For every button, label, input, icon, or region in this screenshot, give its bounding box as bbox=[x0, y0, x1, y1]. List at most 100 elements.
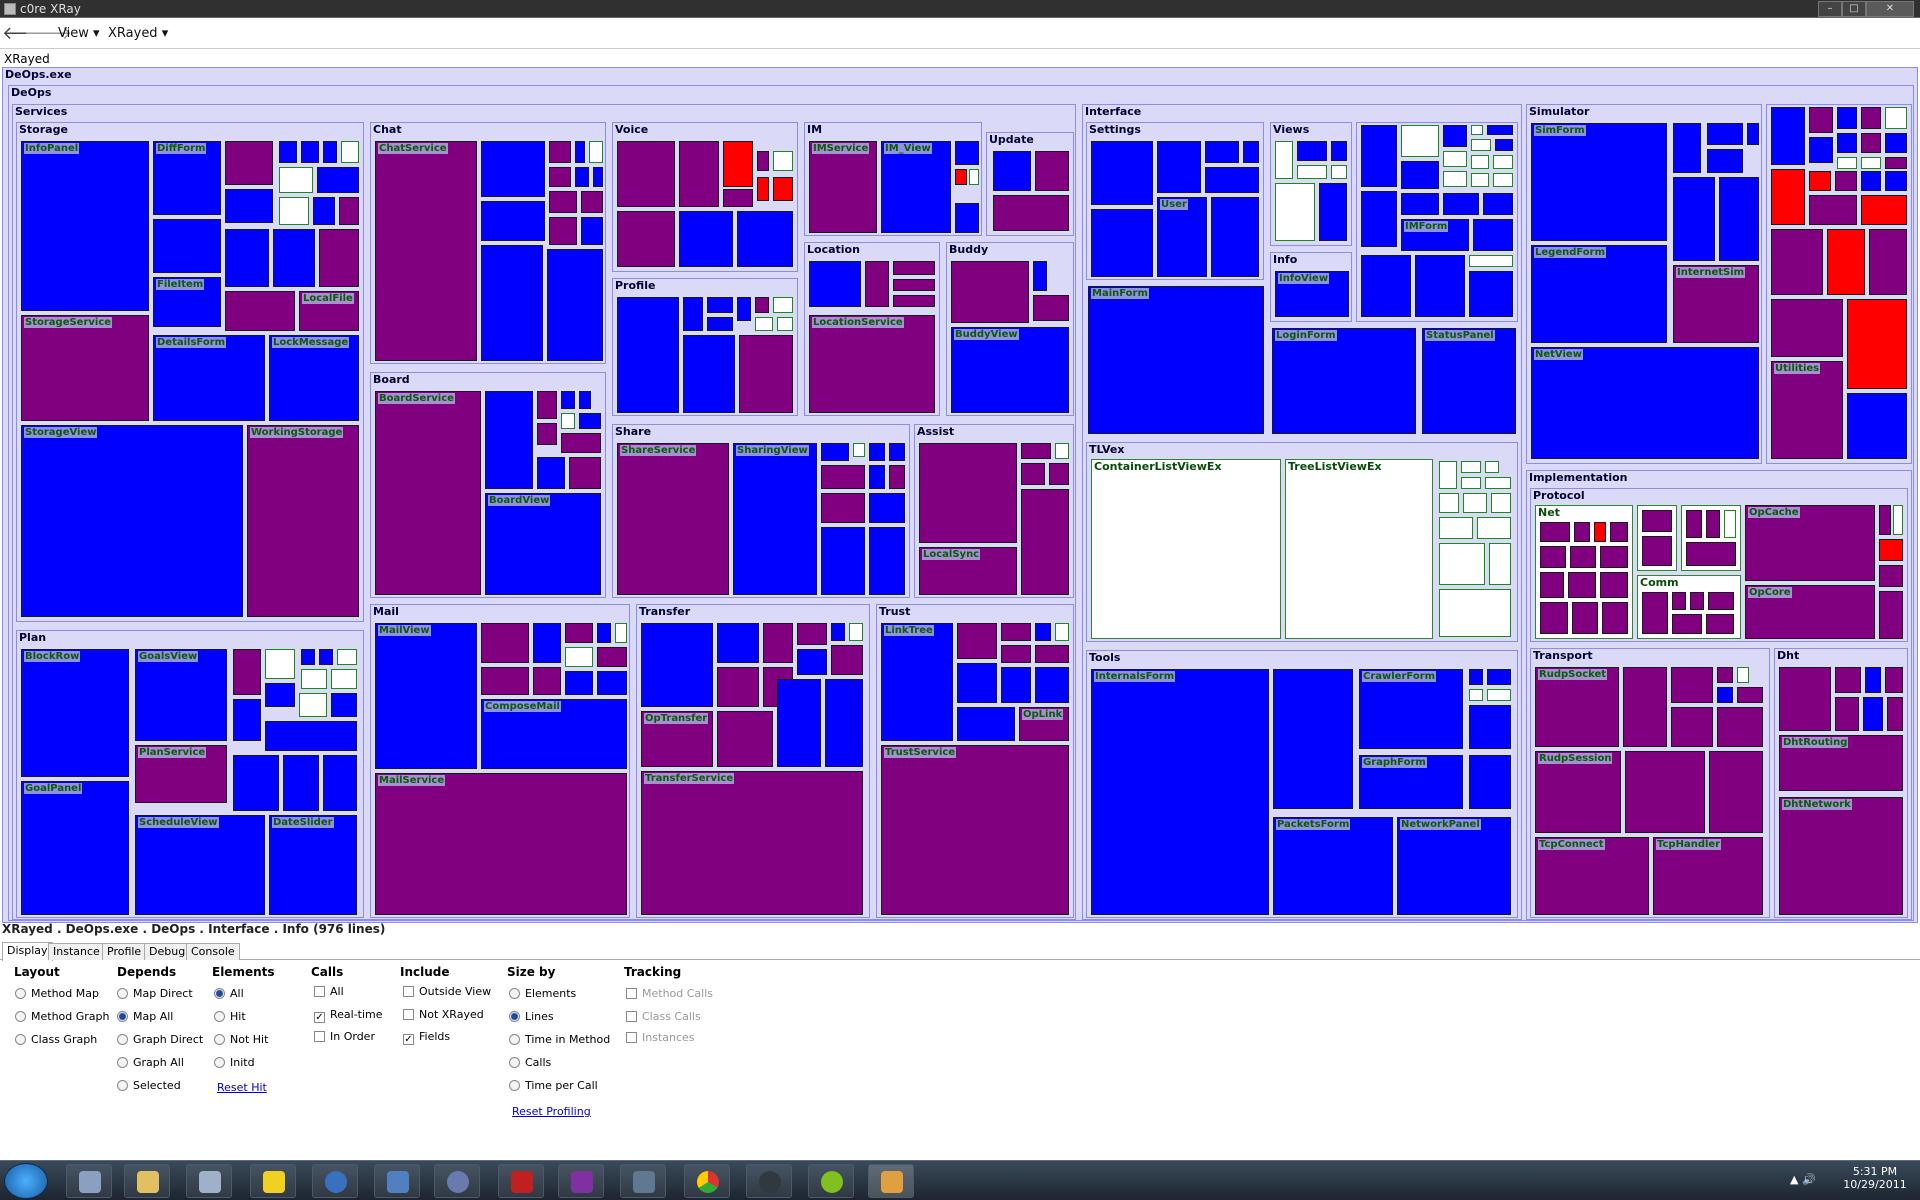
class-cell[interactable] bbox=[1672, 592, 1686, 610]
class-cell[interactable] bbox=[1275, 183, 1315, 241]
class-cell[interactable]: OpCore bbox=[1745, 585, 1875, 639]
class-cell[interactable] bbox=[313, 197, 335, 225]
class-cell[interactable] bbox=[1706, 614, 1734, 634]
class-cell[interactable] bbox=[1642, 592, 1668, 634]
class-cell[interactable] bbox=[589, 141, 603, 163]
class-cell[interactable] bbox=[575, 167, 589, 187]
tools-frame[interactable]: Tools InternalsForm CrawlerForm GraphFor… bbox=[1086, 650, 1518, 918]
class-cell[interactable] bbox=[1021, 443, 1051, 459]
class-cell[interactable] bbox=[1671, 667, 1713, 703]
class-cell[interactable] bbox=[337, 649, 357, 665]
class-cell[interactable] bbox=[1540, 602, 1568, 634]
class-cell[interactable] bbox=[1837, 133, 1857, 153]
class-cell[interactable] bbox=[1055, 443, 1069, 459]
class-cell[interactable] bbox=[301, 141, 319, 163]
class-cell[interactable] bbox=[1600, 572, 1628, 598]
class-cell[interactable] bbox=[549, 141, 571, 163]
tracking-instances-checkbox[interactable]: Instances bbox=[626, 1031, 695, 1044]
class-cell[interactable] bbox=[951, 261, 1029, 323]
sizeby-calls-radio[interactable]: Calls bbox=[509, 1056, 551, 1069]
class-cell[interactable] bbox=[1779, 667, 1831, 731]
class-cell[interactable] bbox=[1055, 623, 1069, 641]
tracking-method-calls-checkbox[interactable]: Method Calls bbox=[626, 987, 713, 1000]
class-cell[interactable]: DhtNetwork bbox=[1779, 797, 1903, 915]
depends-selected-radio[interactable]: Selected bbox=[117, 1079, 181, 1092]
class-cell[interactable] bbox=[575, 141, 585, 163]
class-cell[interactable]: FileItem bbox=[153, 277, 221, 327]
class-cell[interactable] bbox=[1471, 125, 1483, 135]
class-cell[interactable] bbox=[1049, 463, 1069, 485]
class-cell[interactable] bbox=[1319, 183, 1347, 241]
class-cell[interactable] bbox=[755, 297, 769, 313]
class-cell[interactable]: GraphForm bbox=[1359, 755, 1463, 809]
view-menu[interactable]: View ▾ bbox=[58, 26, 100, 41]
class-cell[interactable] bbox=[1835, 667, 1861, 693]
class-cell[interactable] bbox=[1439, 517, 1473, 539]
class-cell[interactable] bbox=[1602, 602, 1628, 634]
class-cell[interactable] bbox=[869, 527, 905, 595]
reset-hit-link[interactable]: Reset Hit bbox=[217, 1081, 267, 1094]
class-cell[interactable] bbox=[1361, 125, 1397, 187]
class-cell[interactable] bbox=[1879, 505, 1891, 535]
class-cell[interactable] bbox=[581, 217, 603, 245]
class-cell[interactable] bbox=[1706, 510, 1720, 538]
class-cell[interactable]: Utilities bbox=[1771, 361, 1843, 459]
tracking-class-calls-checkbox[interactable]: Class Calls bbox=[626, 1010, 701, 1023]
layout-method-map-radio[interactable]: Method Map bbox=[15, 987, 99, 1000]
class-cell[interactable]: LockMessage bbox=[269, 335, 359, 421]
class-cell[interactable] bbox=[1673, 123, 1701, 173]
sizeby-elements-radio[interactable]: Elements bbox=[509, 987, 576, 1000]
class-cell[interactable] bbox=[869, 443, 885, 461]
class-cell[interactable] bbox=[1361, 255, 1411, 317]
class-cell[interactable] bbox=[1865, 667, 1881, 693]
class-cell[interactable] bbox=[1686, 542, 1736, 566]
class-cell[interactable] bbox=[1091, 209, 1153, 277]
class-cell[interactable] bbox=[1847, 299, 1907, 389]
class-cell[interactable]: BuddyView bbox=[951, 327, 1069, 413]
dht-frame[interactable]: Dht DhtRouting DhtNetwork bbox=[1774, 648, 1908, 918]
class-cell[interactable] bbox=[579, 391, 591, 409]
class-cell[interactable] bbox=[955, 141, 979, 165]
class-cell[interactable]: ComposeMail bbox=[481, 699, 627, 769]
class-cell[interactable] bbox=[1401, 161, 1439, 189]
class-cell[interactable] bbox=[957, 707, 1015, 741]
class-cell[interactable] bbox=[1835, 697, 1859, 731]
class-cell[interactable] bbox=[1717, 687, 1733, 703]
class-cell[interactable] bbox=[1879, 539, 1903, 561]
class-cell[interactable] bbox=[265, 649, 295, 679]
class-cell[interactable] bbox=[225, 291, 295, 331]
class-cell[interactable] bbox=[225, 141, 273, 185]
calls-realtime-checkbox[interactable]: ✓ Real-time bbox=[314, 1008, 383, 1023]
taskbar-spotify-icon[interactable] bbox=[808, 1164, 854, 1198]
class-cell[interactable] bbox=[919, 443, 1017, 543]
class-cell[interactable] bbox=[1331, 141, 1347, 161]
class-cell[interactable]: MailView bbox=[375, 623, 477, 769]
class-cell[interactable] bbox=[1001, 623, 1031, 641]
class-cell[interactable] bbox=[233, 649, 261, 695]
class-cell[interactable] bbox=[1415, 255, 1465, 317]
class-cell[interactable] bbox=[1469, 255, 1513, 267]
class-cell[interactable] bbox=[683, 297, 703, 331]
class-cell[interactable] bbox=[1297, 165, 1327, 179]
class-cell[interactable] bbox=[679, 211, 733, 267]
class-cell[interactable] bbox=[1493, 155, 1513, 169]
class-cell[interactable] bbox=[1642, 536, 1672, 566]
class-cell[interactable] bbox=[893, 295, 935, 307]
class-cell[interactable] bbox=[283, 755, 319, 811]
class-cell[interactable] bbox=[717, 711, 773, 767]
class-cell[interactable] bbox=[225, 229, 269, 287]
class-cell[interactable] bbox=[1483, 193, 1513, 215]
class-cell[interactable] bbox=[1035, 645, 1069, 663]
include-outside-view-checkbox[interactable]: Outside View bbox=[403, 985, 491, 998]
class-cell[interactable]: ChatService bbox=[375, 141, 477, 361]
layout-method-graph-radio[interactable]: Method Graph bbox=[15, 1010, 110, 1023]
class-cell[interactable]: DateSlider bbox=[269, 815, 357, 915]
taskbar-steam-icon[interactable] bbox=[746, 1164, 792, 1198]
class-cell[interactable]: InternalsForm bbox=[1091, 669, 1269, 915]
class-cell[interactable] bbox=[1275, 141, 1293, 179]
class-cell[interactable] bbox=[1477, 517, 1511, 539]
protocol-frame[interactable]: Protocol Net Comm OpCache OpCore bbox=[1530, 488, 1908, 642]
class-cell[interactable] bbox=[1724, 510, 1736, 538]
board-frame[interactable]: Board BoardService BoardView bbox=[370, 372, 606, 598]
class-cell[interactable] bbox=[821, 443, 849, 461]
